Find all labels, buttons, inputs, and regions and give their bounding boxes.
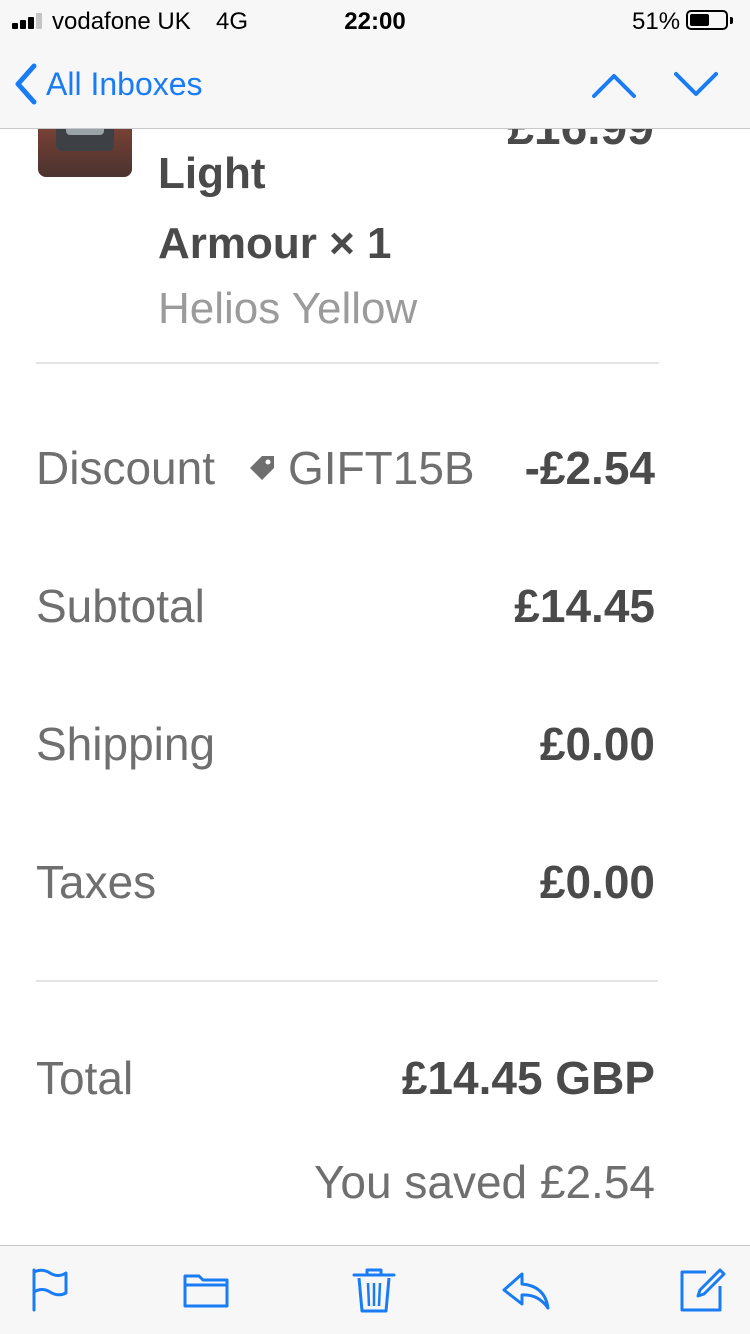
product-thumbnail [38,129,132,177]
product-name-line-1: Light [158,149,266,198]
move-to-folder-button[interactable] [182,1266,230,1314]
status-bar: vodafone UK 4G 22:00 51% [0,0,750,40]
chevron-up-icon [592,74,636,98]
discount-code: GIFT15B [248,441,475,495]
tag-icon [250,456,274,480]
trash-icon [352,1268,396,1313]
navigation-bar: All Inboxes [0,40,750,129]
flag-icon [32,1268,68,1312]
reply-button[interactable] [502,1266,550,1314]
reply-icon [502,1272,550,1310]
battery-percentage: 51% [632,8,681,35]
battery-icon [686,10,733,30]
message-body[interactable]: £16.99 Light Armour × 1 Helios Yellow Di… [0,129,750,1245]
mail-screen: vodafone UK 4G 22:00 51% All Inboxes Lig… [0,0,750,1334]
discount-label: Discount [36,442,215,494]
total-label: Total [36,1052,134,1104]
total-value: £14.45 GBP [401,1052,655,1104]
divider [36,980,658,982]
trash-button[interactable] [350,1266,398,1314]
subtotal-label: Subtotal [36,580,205,632]
taxes-label: Taxes [36,856,157,908]
flag-button[interactable] [28,1266,76,1314]
discount-code-text: GIFT15B [288,442,475,494]
shipping-value: £0.00 [539,718,655,770]
product-name-line-2: Armour × 1 [158,219,392,268]
next-message-button[interactable] [672,66,720,102]
subtotal-value: £14.45 [514,580,655,632]
back-to-all-inboxes-button[interactable]: All Inboxes [14,60,203,108]
product-variant: Helios Yellow [158,284,418,333]
compose-icon [680,1268,726,1312]
chevron-down-icon [674,72,718,96]
chevron-left-icon [15,63,37,105]
shipping-label: Shipping [36,718,216,770]
product-price: £16.99 [480,129,654,156]
folder-icon [183,1274,229,1308]
compose-button[interactable] [678,1266,726,1314]
bottom-toolbar [0,1245,750,1334]
previous-message-button[interactable] [590,66,638,102]
taxes-value: £0.00 [539,856,655,908]
discount-value: -£2.54 [524,442,655,494]
savings-text: You saved £2.54 [313,1156,655,1208]
divider [36,362,659,364]
back-button-label: All Inboxes [46,65,203,102]
